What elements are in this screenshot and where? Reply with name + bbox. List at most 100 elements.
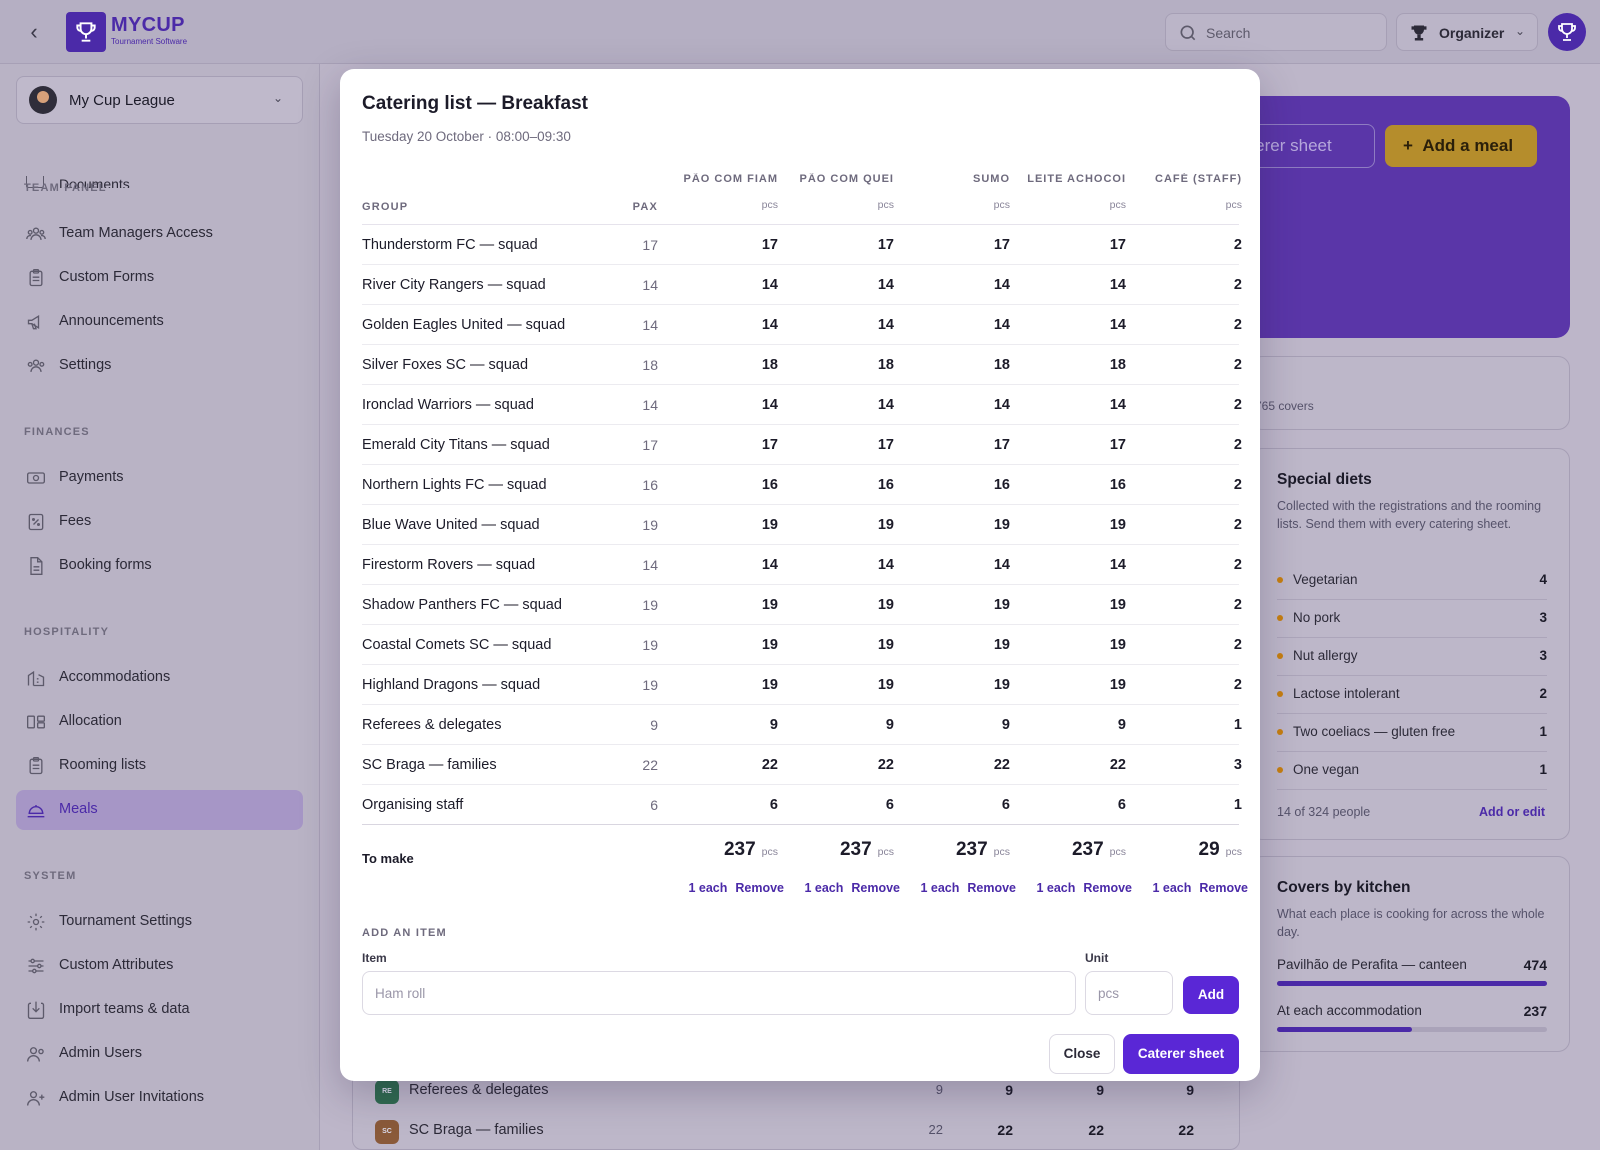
pax-column-header: PAX bbox=[632, 201, 658, 213]
sidebar-item-team-managers-access[interactable]: Team Managers Access bbox=[16, 214, 303, 254]
group-pax: 14 bbox=[642, 277, 658, 293]
group-pax: 22 bbox=[928, 1122, 943, 1137]
group-name: Ironclad Warriors — squad bbox=[362, 397, 534, 413]
cell-value: 22 bbox=[1088, 1122, 1104, 1138]
quantity-cell: 14 bbox=[877, 557, 894, 573]
sidebar-item-label: Meals bbox=[59, 801, 98, 817]
sidebar-item-payments[interactable]: Payments bbox=[16, 458, 303, 498]
total-unit: pcs bbox=[1109, 846, 1126, 858]
sidebar: My Cup League ⌄ Documents TEAM PANEL Tea… bbox=[0, 64, 320, 1150]
sliders-icon bbox=[28, 958, 44, 974]
group-name: Organising staff bbox=[362, 797, 464, 813]
diet-row: Vegetarian 4 bbox=[1277, 563, 1547, 600]
sidebar-item-settings[interactable]: Settings bbox=[16, 346, 303, 386]
quantity-cell: 2 bbox=[1233, 317, 1242, 333]
remove-item-link[interactable]: Remove bbox=[967, 881, 1016, 895]
remove-item-link[interactable]: Remove bbox=[735, 881, 784, 895]
quantity-cell: 9 bbox=[885, 717, 894, 733]
per-person-link[interactable]: 1 each bbox=[920, 881, 959, 895]
table-row: Highland Dragons — squad 19 19 19 19 19 2 bbox=[362, 665, 1242, 705]
cell-value: 9 bbox=[1005, 1082, 1013, 1098]
group-name: River City Rangers — squad bbox=[362, 277, 546, 293]
back-arrow-icon[interactable]: ‹ bbox=[20, 18, 48, 46]
sidebar-item-booking-forms[interactable]: Booking forms bbox=[16, 546, 303, 586]
sidebar-item-admin-users[interactable]: Admin Users bbox=[16, 1034, 303, 1074]
sidebar-item-allocation[interactable]: Allocation bbox=[16, 702, 303, 742]
search-icon bbox=[1180, 25, 1196, 41]
unit-input[interactable] bbox=[1085, 971, 1173, 1015]
quantity-cell: 19 bbox=[877, 637, 894, 653]
sidebar-item-label: Custom Forms bbox=[59, 269, 155, 285]
total-unit: pcs bbox=[877, 846, 894, 858]
add-meal-button[interactable]: + Add a meal bbox=[1385, 125, 1537, 167]
quantity-cell: 18 bbox=[993, 357, 1010, 373]
user-avatar[interactable] bbox=[1548, 13, 1586, 51]
admin-users-icon bbox=[27, 1047, 44, 1062]
league-name: My Cup League bbox=[69, 92, 175, 109]
per-person-link[interactable]: 1 each bbox=[1036, 881, 1075, 895]
sidebar-item-custom-attributes[interactable]: Custom Attributes bbox=[16, 946, 303, 986]
per-person-link[interactable]: 1 each bbox=[804, 881, 843, 895]
add-or-edit-link[interactable]: Add or edit bbox=[1479, 805, 1545, 819]
per-person-link[interactable]: 1 each bbox=[1152, 881, 1191, 895]
quantity-cell: 14 bbox=[761, 277, 778, 293]
cell-value: 22 bbox=[997, 1122, 1013, 1138]
clipboard-icon bbox=[29, 269, 43, 287]
search-input[interactable]: Search bbox=[1165, 13, 1387, 51]
sidebar-item-announcements[interactable]: Announcements bbox=[16, 302, 303, 342]
sidebar-item-custom-forms[interactable]: Custom Forms bbox=[16, 258, 303, 298]
quantity-cell: 14 bbox=[1109, 277, 1126, 293]
per-person-link[interactable]: 1 each bbox=[688, 881, 727, 895]
quantity-cell: 17 bbox=[877, 437, 894, 453]
sidebar-item-fees[interactable]: Fees bbox=[16, 502, 303, 542]
quantity-cell: 18 bbox=[877, 357, 894, 373]
quantity-cell: 17 bbox=[993, 237, 1010, 253]
remove-item-link[interactable]: Remove bbox=[851, 881, 900, 895]
quantity-cell: 18 bbox=[1109, 357, 1126, 373]
remove-item-link[interactable]: Remove bbox=[1083, 881, 1132, 895]
sidebar-item-label: Booking forms bbox=[59, 557, 152, 573]
table-row: Referees & delegates 9 9 9 9 9 1 bbox=[362, 705, 1242, 745]
quantity-cell: 2 bbox=[1233, 397, 1242, 413]
sidebar-item-label: Allocation bbox=[59, 713, 122, 729]
sidebar-item-rooming-lists[interactable]: Rooming lists bbox=[16, 746, 303, 786]
sidebar-item-meals[interactable]: Meals bbox=[16, 790, 303, 830]
kitchen-card-title: Covers by kitchen bbox=[1277, 879, 1411, 896]
diet-label: Two coeliacs — gluten free bbox=[1293, 724, 1456, 739]
trophy-logo-icon[interactable] bbox=[66, 12, 106, 52]
bullet-dot bbox=[1277, 767, 1283, 773]
covers-summary-card: 765 covers bbox=[1250, 356, 1570, 430]
remove-item-link[interactable]: Remove bbox=[1199, 881, 1248, 895]
role-switcher[interactable]: Organizer ⌄ bbox=[1396, 13, 1538, 51]
sidebar-item-import-teams[interactable]: Import teams & data bbox=[16, 990, 303, 1030]
quantity-cell: 16 bbox=[877, 477, 894, 493]
section-system: SYSTEM bbox=[24, 870, 77, 882]
group-pax: 19 bbox=[642, 637, 658, 653]
diet-row: No pork 3 bbox=[1277, 601, 1547, 638]
add-item-button[interactable]: Add bbox=[1183, 976, 1239, 1014]
caterer-sheet-button[interactable]: Caterer sheet bbox=[1123, 1034, 1239, 1074]
add-meal-label: Add a meal bbox=[1422, 136, 1514, 155]
total-value: 237 bbox=[723, 839, 756, 860]
quantity-cell: 2 bbox=[1233, 637, 1242, 653]
sidebar-item-tournament-settings[interactable]: Tournament Settings bbox=[16, 902, 303, 942]
quantity-cell: 17 bbox=[1109, 437, 1126, 453]
quantity-cell: 14 bbox=[761, 557, 778, 573]
group-pax: 22 bbox=[642, 757, 658, 773]
league-selector[interactable]: My Cup League ⌄ bbox=[16, 76, 303, 124]
table-row: SC Braga — families 22 22 22 22 22 3 bbox=[362, 745, 1242, 785]
kitchen-label: At each accommodation bbox=[1277, 1003, 1422, 1018]
item-name-input[interactable] bbox=[362, 971, 1076, 1015]
sidebar-item-admin-user-invitations[interactable]: Admin User Invitations bbox=[16, 1078, 303, 1118]
quantity-cell: 2 bbox=[1233, 557, 1242, 573]
total-unit: pcs bbox=[993, 846, 1010, 858]
add-item-heading: ADD AN ITEM bbox=[362, 927, 447, 939]
close-button[interactable]: Close bbox=[1049, 1034, 1115, 1074]
sidebar-item-accommodations[interactable]: Accommodations bbox=[16, 658, 303, 698]
building-icon bbox=[27, 670, 45, 687]
total-unit: pcs bbox=[1225, 846, 1242, 858]
kitchen-bar-fill bbox=[1277, 981, 1547, 986]
quantity-cell: 22 bbox=[1109, 757, 1126, 773]
quantity-cell: 16 bbox=[993, 477, 1010, 493]
covers-by-kitchen-card: Covers by kitchen What each place is coo… bbox=[1250, 856, 1570, 1052]
